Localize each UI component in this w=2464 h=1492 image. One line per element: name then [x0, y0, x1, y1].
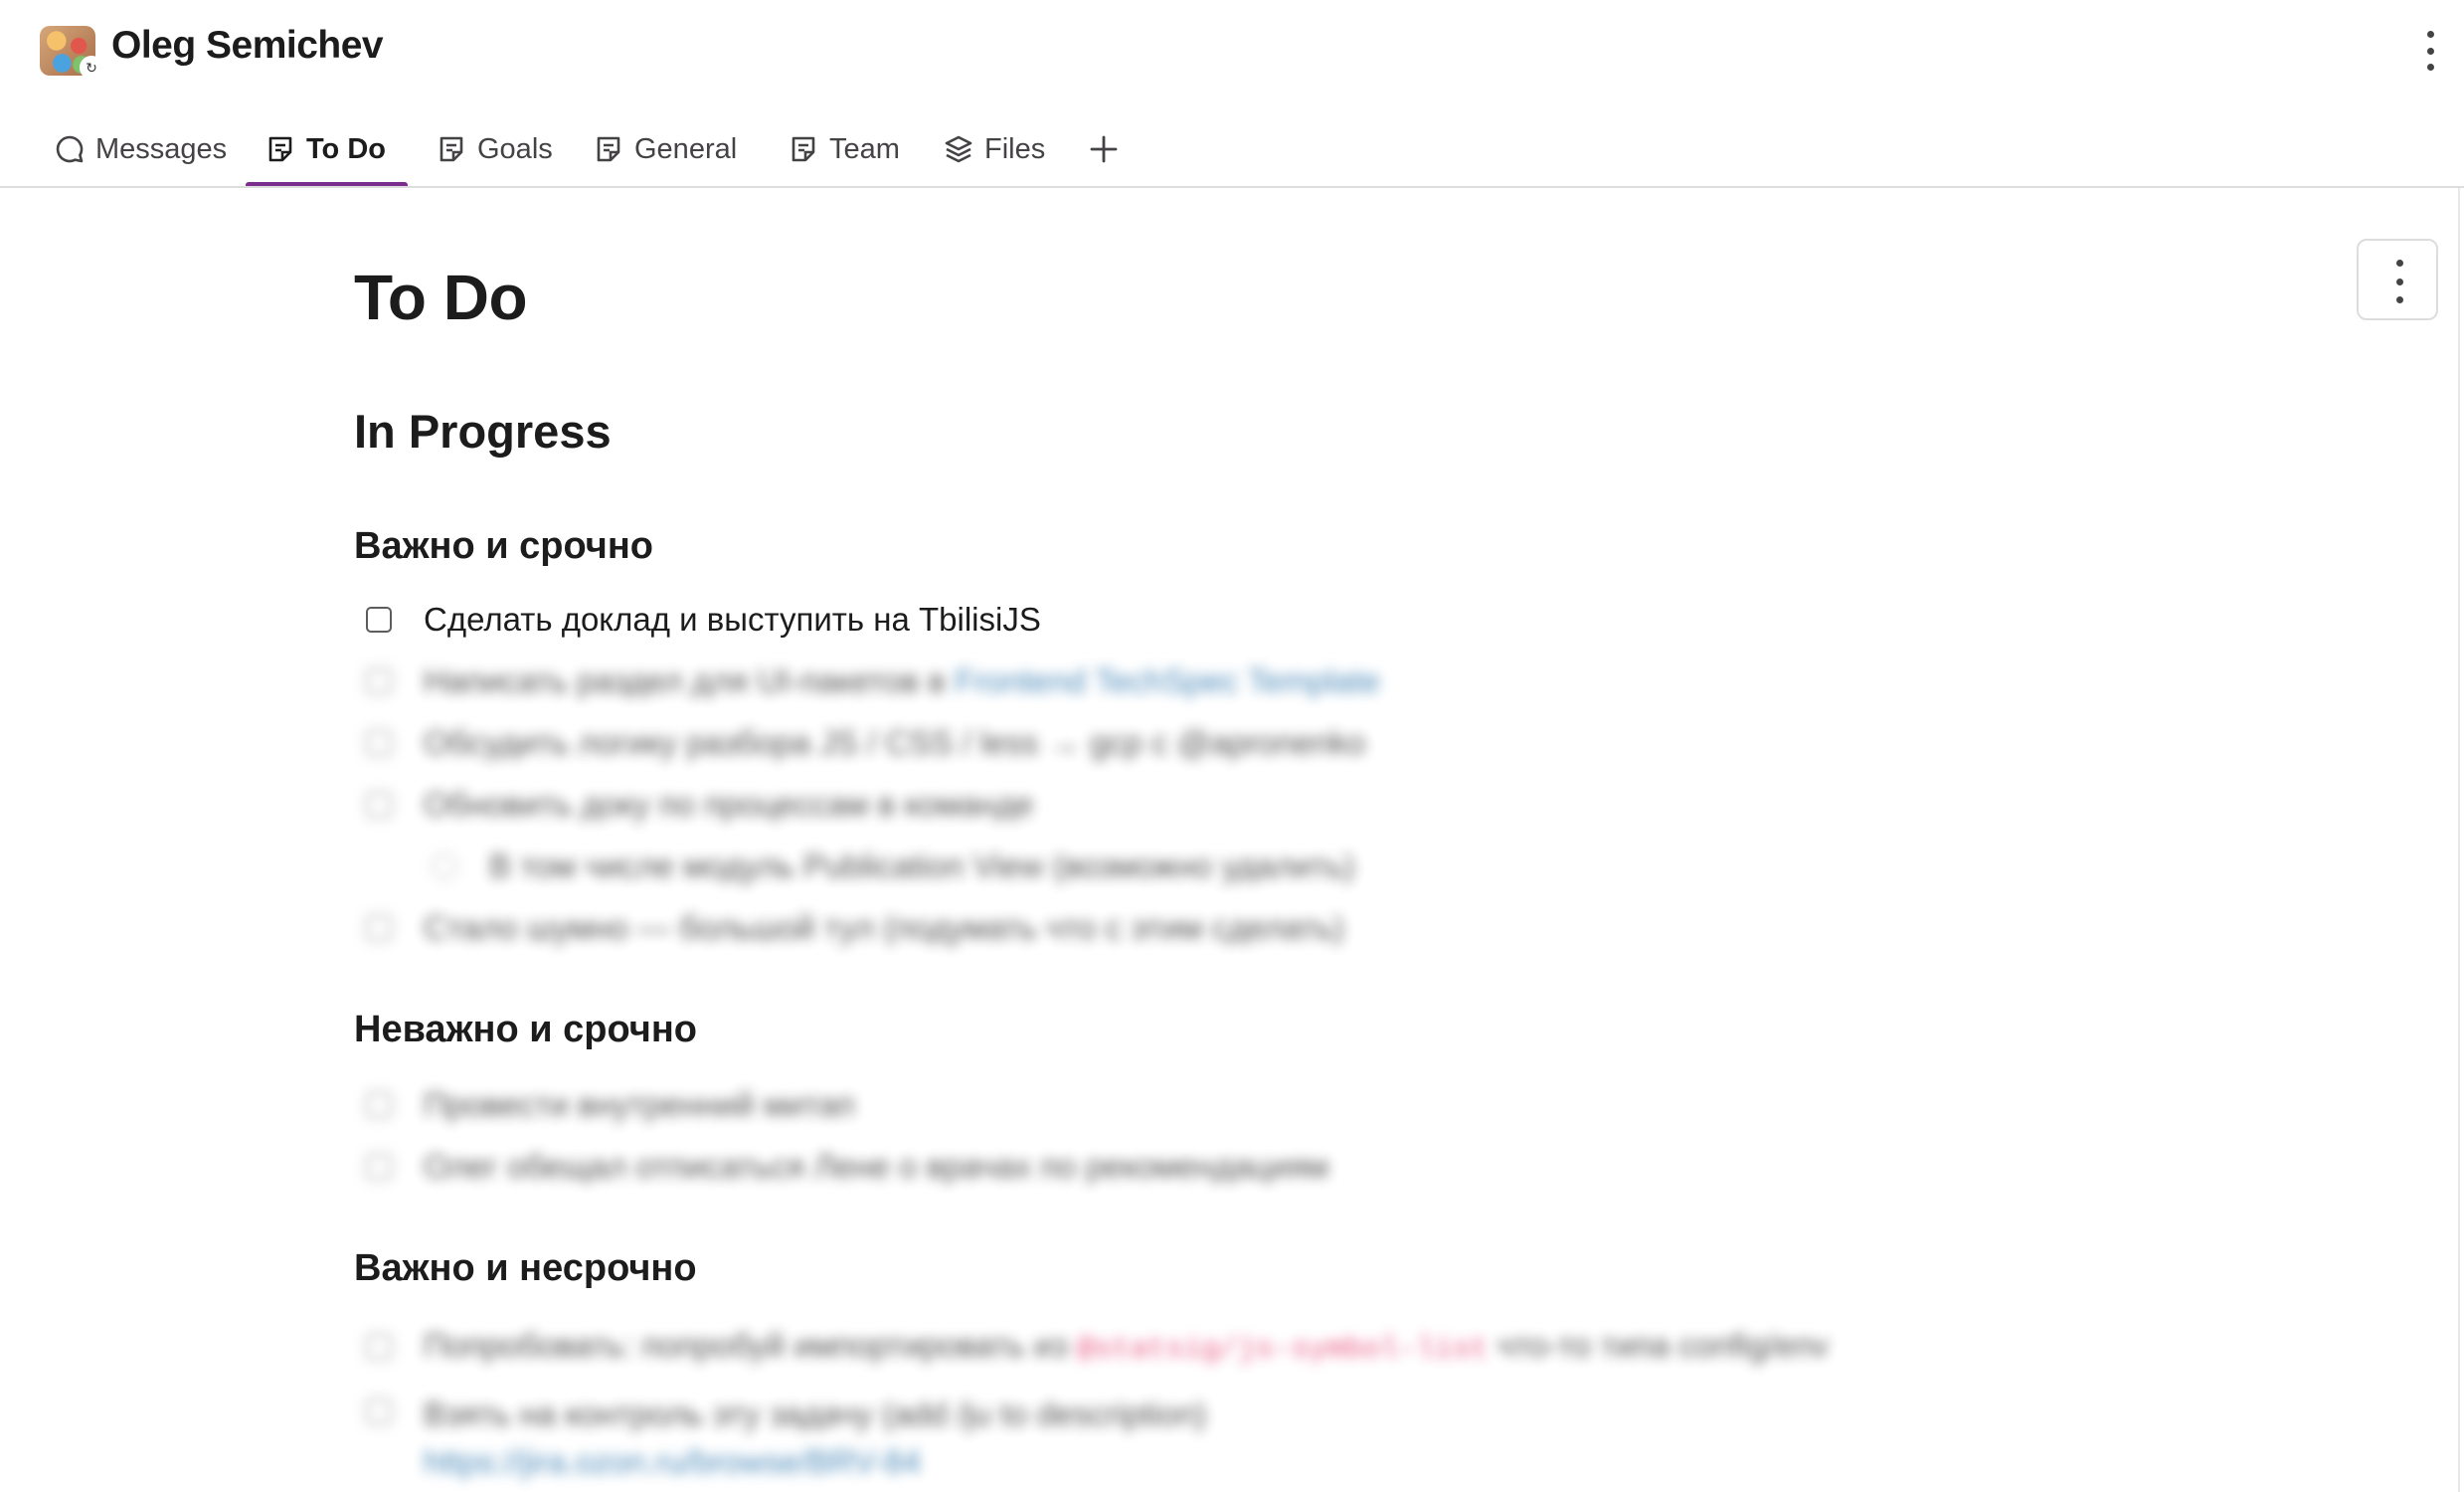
- task-item: Попробовать: попробуй импортировать из @…: [366, 1327, 1829, 1367]
- section-title: Важно и срочно: [354, 525, 653, 567]
- task-text: Попробовать: попробуй импортировать из @…: [424, 1327, 1829, 1367]
- task-link[interactable]: Frontend TechSpec Template: [955, 662, 1380, 699]
- task-checkbox[interactable]: [366, 792, 392, 818]
- task-text: Написать раздел для UI-пакетов в Fronten…: [424, 662, 1380, 700]
- more-options-icon[interactable]: [2424, 31, 2436, 71]
- tab-team[interactable]: Team: [788, 117, 900, 189]
- task-text-suffix: что-то типа config/env: [1496, 1327, 1829, 1364]
- plus-icon: [1088, 133, 1120, 165]
- inline-code: @statsig/js-symbol-list: [1076, 1333, 1489, 1367]
- tab-label: Team: [829, 132, 900, 165]
- canvas-icon: [436, 133, 467, 165]
- task-text-body: Попробовать: попробуй импортировать из: [424, 1327, 1068, 1364]
- task-text-body: Взять на контроль эту задачу (add /ju to…: [424, 1396, 1207, 1432]
- task-checkbox[interactable]: [366, 1334, 392, 1360]
- tab-goals[interactable]: Goals: [436, 117, 553, 189]
- task-checkbox[interactable]: [366, 607, 392, 633]
- task-item: Сделать доклад и выступить на TbilisiJS: [366, 601, 1041, 639]
- snooze-icon: ↻: [80, 56, 103, 80]
- tab-to-do[interactable]: To Do: [264, 117, 386, 189]
- canvas-icon: [593, 133, 624, 165]
- tab-label: Goals: [477, 132, 553, 165]
- section-title: Неважно и срочно: [354, 1009, 697, 1050]
- add-tab-button[interactable]: [1088, 117, 1120, 189]
- task-item: Провести внутренний митап: [366, 1086, 855, 1124]
- section-heading: In Progress: [354, 405, 612, 458]
- task-checkbox[interactable]: [366, 730, 392, 756]
- tab-label: General: [634, 132, 738, 165]
- task-checkbox[interactable]: [366, 668, 392, 694]
- task-text: В том числе модуль Publication View (воз…: [489, 847, 1355, 884]
- task-text: Стало шумно — большой тул (подумать что …: [424, 909, 1344, 946]
- task-checkbox[interactable]: [432, 853, 457, 879]
- canvas-icon: [788, 133, 819, 165]
- tab-label: To Do: [306, 132, 386, 165]
- task-text: Обсудить логику разбора JS / CSS / less …: [424, 724, 1366, 761]
- tab-general[interactable]: General: [593, 117, 737, 189]
- task-item: Взять на контроль эту задачу (add /ju to…: [366, 1391, 1206, 1486]
- task-checkbox[interactable]: [366, 1154, 392, 1180]
- task-text: Обновить доку по процессам в команде: [424, 786, 1034, 823]
- task-text: Взять на контроль эту задачу (add /ju to…: [424, 1391, 1206, 1486]
- channel-title[interactable]: Oleg Semichev: [111, 24, 384, 68]
- tab-messages[interactable]: Messages: [54, 117, 227, 189]
- task-item: Написать раздел для UI-пакетов в Fronten…: [366, 662, 1380, 700]
- task-text: Олег обещал отписаться Лене о врачах по …: [424, 1148, 1329, 1185]
- task-text-body: Написать раздел для UI-пакетов в: [424, 662, 946, 699]
- channel-tabs: Messages To Do Goals General Team Files: [0, 117, 2464, 189]
- tab-label: Messages: [95, 132, 228, 165]
- task-item-nested: В том числе модуль Publication View (воз…: [432, 847, 1354, 885]
- more-options-icon: [2393, 260, 2405, 303]
- task-text: Провести внутренний митап: [424, 1086, 855, 1123]
- tab-files[interactable]: Files: [943, 117, 1045, 189]
- task-item: Олег обещал отписаться Лене о врачах по …: [366, 1148, 1328, 1186]
- canvas-document: [0, 188, 2464, 1492]
- task-item: Стало шумно — большой тул (подумать что …: [366, 909, 1344, 947]
- canvas-icon: [264, 133, 296, 165]
- chat-bubble-icon: [54, 133, 86, 165]
- channel-header: ↻ Oleg Semichev: [0, 0, 2464, 105]
- task-checkbox[interactable]: [366, 915, 392, 941]
- task-item: Обсудить логику разбора JS / CSS / less …: [366, 724, 1365, 762]
- tab-label: Files: [984, 132, 1046, 165]
- canvas-options-button[interactable]: [2357, 239, 2438, 320]
- task-text: Сделать доклад и выступить на TbilisiJS: [424, 601, 1041, 638]
- page-title: To Do: [354, 262, 528, 333]
- task-item: Обновить доку по процессам в команде: [366, 786, 1033, 824]
- task-link[interactable]: https://jira.ozon.ru/browse/BRV-84: [424, 1443, 921, 1480]
- scrollbar-track[interactable]: [2458, 188, 2460, 1492]
- layers-icon: [943, 133, 974, 165]
- section-title: Важно и несрочно: [354, 1247, 697, 1289]
- task-checkbox[interactable]: [366, 1399, 392, 1424]
- task-checkbox[interactable]: [366, 1092, 392, 1118]
